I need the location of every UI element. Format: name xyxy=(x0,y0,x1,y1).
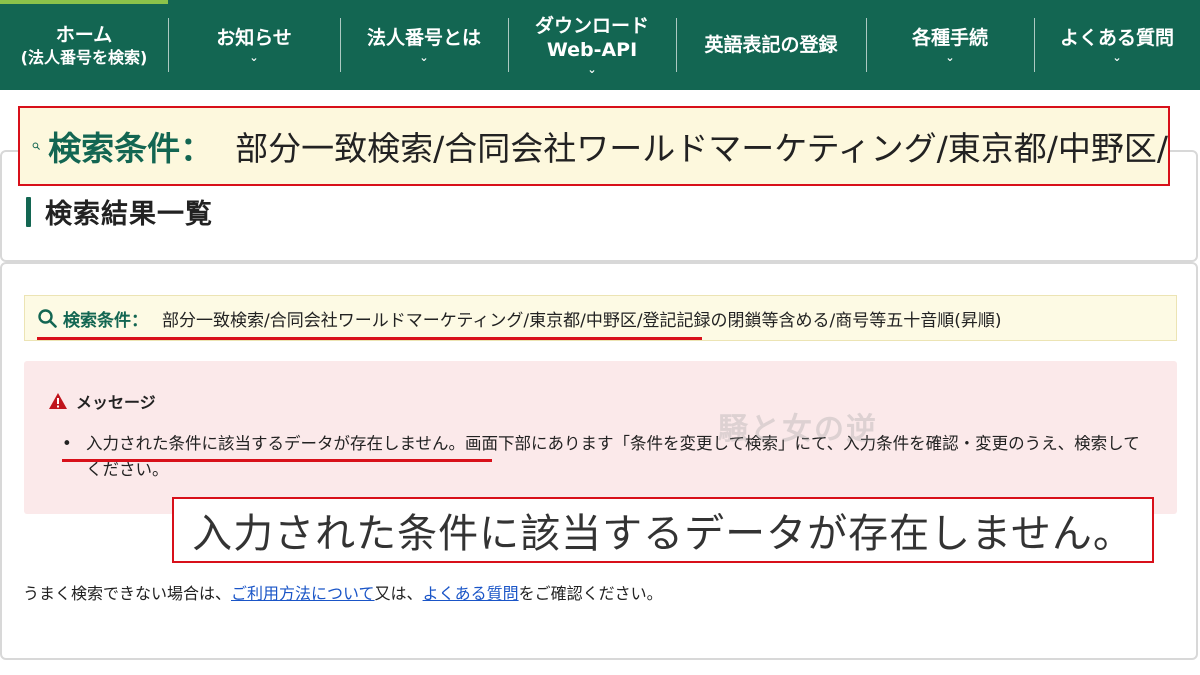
nav-item-faq-label: よくある質問 xyxy=(1059,27,1174,49)
results-heading: 検索結果一覧 xyxy=(26,192,213,231)
faq-link[interactable]: よくある質問 xyxy=(423,584,519,603)
chevron-down-icon: ⌄ xyxy=(249,51,259,64)
chevron-down-icon: ⌄ xyxy=(945,51,955,64)
heading-accent-bar xyxy=(26,196,31,227)
search-condition-value: 部分一致検索/合同会社ワールドマーケティング/東京都/中野区/登記記録の閉鎖等含… xyxy=(162,310,1002,331)
nav-item-download-label: ダウンロード xyxy=(534,15,649,37)
chevron-down-icon: ⌄ xyxy=(1112,51,1122,64)
message-box: メッセージ 入力された条件に該当するデータが存在しません。画面下部にあります「条… xyxy=(24,361,1177,514)
message-zoom-callout: 入力された条件に該当するデータが存在しません。 xyxy=(172,497,1154,563)
nav-item-download-webapi[interactable]: ダウンロード Web-API ⌄ xyxy=(508,0,676,90)
page: ホーム (法人番号を検索) お知らせ ⌄ 法人番号とは ⌄ ダウンロード Web… xyxy=(0,0,1200,675)
nav-item-home-label: ホーム xyxy=(55,23,113,46)
message-title: メッセージ xyxy=(48,389,156,413)
nav-item-home[interactable]: ホーム (法人番号を検索) xyxy=(0,0,168,90)
chevron-down-icon: ⌄ xyxy=(587,63,597,76)
search-condition-value: 部分一致検索/合同会社ワールドマーケティング/東京都/中野区/ xyxy=(235,129,1168,168)
search-condition-bar: 検索条件： 部分一致検索/合同会社ワールドマーケティング/東京都/中野区/登記記… xyxy=(24,295,1177,341)
help-middle: 又は、 xyxy=(374,584,423,603)
search-condition-label: 検索条件： xyxy=(48,129,214,168)
nav-item-home-sublabel: (法人番号を検索) xyxy=(20,47,148,67)
nav-item-webapi-label: Web-API xyxy=(546,39,638,61)
nav-item-procedures-label: 各種手続 xyxy=(911,27,988,49)
message-zoom-text: 入力された条件に該当するデータが存在しません。 xyxy=(192,511,1134,557)
top-navigation: ホーム (法人番号を検索) お知らせ ⌄ 法人番号とは ⌄ ダウンロード Web… xyxy=(0,0,1200,90)
nav-item-procedures[interactable]: 各種手続 ⌄ xyxy=(866,0,1034,90)
chevron-down-icon: ⌄ xyxy=(419,51,429,64)
search-condition-zoom-callout: 検索条件： 部分一致検索/合同会社ワールドマーケティング/東京都/中野区/ xyxy=(18,106,1170,186)
message-item: 入力された条件に該当するデータが存在しません。画面下部にあります「条件を変更して… xyxy=(62,431,1154,483)
warning-triangle-icon xyxy=(49,393,67,409)
search-icon xyxy=(32,142,40,150)
nav-item-faq[interactable]: よくある質問 ⌄ xyxy=(1034,0,1200,90)
nav-item-news-label: お知らせ xyxy=(216,27,292,49)
highlight-underline xyxy=(37,337,702,340)
watermark: 騒と女の逆 xyxy=(718,412,878,447)
help-prefix: うまく検索できない場合は、 xyxy=(23,584,232,603)
help-text: うまく検索できない場合は、ご利用方法について又は、よくある質問をご確認ください。 xyxy=(23,580,663,604)
nav-item-news[interactable]: お知らせ ⌄ xyxy=(168,0,340,90)
search-condition-label: 検索条件： xyxy=(63,310,148,331)
nav-item-about-label: 法人番号とは xyxy=(366,27,481,49)
nav-item-about-corporate-number[interactable]: 法人番号とは ⌄ xyxy=(340,0,508,90)
message-list: 入力された条件に該当するデータが存在しません。画面下部にあります「条件を変更して… xyxy=(62,431,1154,483)
usage-guide-link[interactable]: ご利用方法について xyxy=(231,584,375,603)
search-icon xyxy=(38,309,57,328)
message-title-text: メッセージ xyxy=(76,393,156,412)
nav-item-english-label: 英語表記の登録 xyxy=(704,34,838,56)
help-suffix: をご確認ください。 xyxy=(518,584,663,603)
nav-item-english-registration[interactable]: 英語表記の登録 xyxy=(676,0,866,90)
page-title: 検索結果一覧 xyxy=(45,199,213,230)
highlight-underline xyxy=(62,459,492,462)
